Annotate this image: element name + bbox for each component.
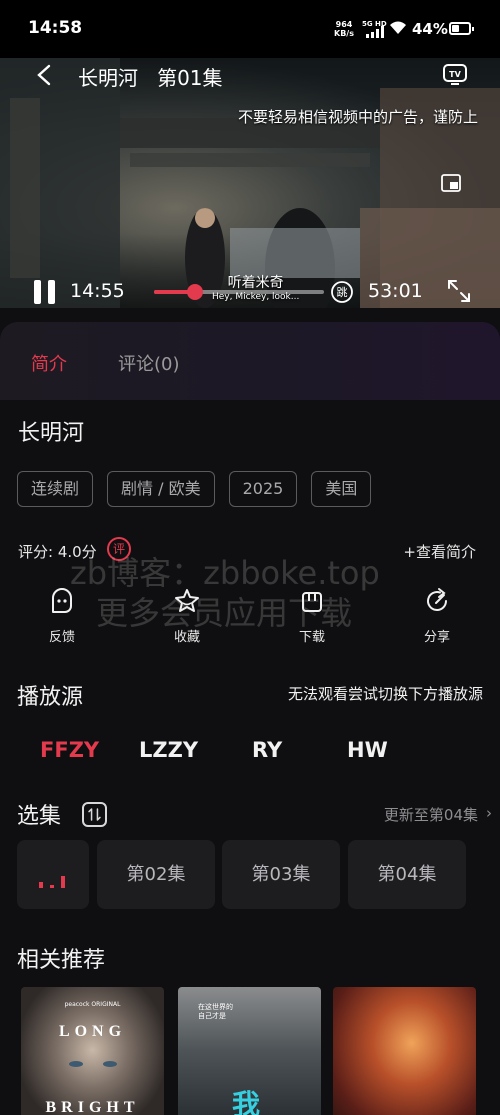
status-bar: 14:58 964 KB/s 5G HD 44% xyxy=(0,0,500,58)
source-list: FFZY LZZY RY HW xyxy=(0,738,500,768)
progress-knob[interactable] xyxy=(187,284,203,300)
tag-type[interactable]: 连续剧 xyxy=(17,471,94,507)
tag-genre[interactable]: 剧情 / 欧美 xyxy=(107,471,215,507)
poster-title-line2: BRIGHT xyxy=(45,1099,140,1115)
video-frame xyxy=(0,58,500,308)
subtitle-en: Hey, Mickey, look... xyxy=(212,292,300,302)
recommend-poster-1[interactable]: peacock ORIGINAL LONG BRIGHT xyxy=(21,987,164,1115)
feedback-label: 反馈 xyxy=(48,630,75,645)
feedback-button[interactable]: 反馈 xyxy=(32,586,92,645)
episodes-update-text: 更新至第04集 xyxy=(383,806,478,824)
now-playing-icon xyxy=(39,876,67,888)
skip-label: 跳 xyxy=(337,285,348,299)
source-lzzy[interactable]: LZZY xyxy=(139,738,198,762)
share-label: 分享 xyxy=(423,630,450,645)
subtitle-cn: 听着米奇 xyxy=(227,275,284,291)
poster-brand: peacock ORIGINAL xyxy=(64,1001,121,1008)
poster-eye-right xyxy=(103,1061,117,1067)
download-button[interactable]: 下载 xyxy=(282,586,342,645)
wifi-icon xyxy=(390,21,406,34)
player-show-title: 长明河 xyxy=(78,66,138,90)
source-ry[interactable]: RY xyxy=(252,738,282,762)
star-icon xyxy=(175,589,199,612)
battery-percent: 44% xyxy=(412,20,448,38)
ad-warning-marquee: 不要轻易相信视频中的广告，谨防上 xyxy=(238,108,479,126)
episodes-title: 选集 xyxy=(17,804,62,829)
fullscreen-icon[interactable] xyxy=(446,278,472,304)
player-title: 长明河 第01集 xyxy=(78,62,223,91)
pause-icon[interactable] xyxy=(32,278,58,306)
share-button[interactable]: 分享 xyxy=(407,586,467,645)
sources-title: 播放源 xyxy=(17,685,84,710)
favorite-label: 收藏 xyxy=(173,630,200,645)
recommend-title: 相关推荐 xyxy=(17,948,106,973)
episode-item-01[interactable] xyxy=(17,840,89,909)
episode-item-02[interactable]: 第02集 xyxy=(97,840,215,909)
rating-row: 评分: 4.0分 评 +查看简介 xyxy=(18,537,482,563)
detail-tabs: 简介 评论(0) xyxy=(0,322,500,400)
net-speed-value: 964 xyxy=(335,20,353,29)
tab-intro[interactable]: 简介 xyxy=(31,350,67,376)
view-intro-link[interactable]: +查看简介 xyxy=(403,541,476,562)
tag-list: 连续剧 剧情 / 欧美 2025 美国 xyxy=(17,471,372,507)
current-time: 14:55 xyxy=(70,280,125,302)
chevron-right-icon: › xyxy=(486,804,492,822)
tab-comments[interactable]: 评论(0) xyxy=(118,350,180,376)
feedback-icon xyxy=(52,588,72,613)
download-label: 下载 xyxy=(298,630,325,645)
episodes-header: 选集 更新至第04集 › xyxy=(0,798,500,832)
status-time: 14:58 xyxy=(28,18,83,38)
back-arrow-icon[interactable] xyxy=(34,64,56,86)
tag-year[interactable]: 2025 xyxy=(228,471,298,507)
show-title: 长明河 xyxy=(18,421,85,446)
sort-order-icon[interactable] xyxy=(82,802,107,827)
player-episode-title: 第01集 xyxy=(157,66,223,90)
episode-item-04[interactable]: 第04集 xyxy=(348,840,466,909)
poster-eye-left xyxy=(69,1061,83,1067)
episode-item-03[interactable]: 第03集 xyxy=(222,840,340,909)
recommend-list: peacock ORIGINAL LONG BRIGHT 在这世界的 自己才是 … xyxy=(0,987,500,1115)
skip-icon[interactable]: 跳 xyxy=(330,280,354,304)
poster-hanzi: 我 xyxy=(232,1088,261,1115)
sources-hint: 无法观看尝试切换下方播放源 xyxy=(287,685,483,703)
battery-icon xyxy=(449,22,474,35)
review-badge-icon[interactable]: 评 xyxy=(107,537,131,561)
svg-text:TV: TV xyxy=(449,70,461,79)
episodes-update-link[interactable]: 更新至第04集 › xyxy=(383,804,492,825)
video-player[interactable]: 长明河 第01集 TV 不要轻易相信视频中的广告，谨防上 14:55 听着米奇 … xyxy=(0,58,500,308)
rating-score: 评分: 4.0分 xyxy=(18,543,97,561)
source-hw[interactable]: HW xyxy=(347,738,388,762)
share-icon xyxy=(427,588,447,611)
episode-list: 第02集 第03集 第04集 xyxy=(17,840,487,910)
subtitle: 听着米奇 Hey, Mickey, look... xyxy=(212,272,299,302)
net-speed: 964 KB/s xyxy=(334,20,354,38)
poster-tagline: 在这世界的 自己才是 xyxy=(198,1003,233,1020)
action-bar: 反馈 收藏 下载 分享 xyxy=(0,586,500,652)
picture-in-picture-icon[interactable] xyxy=(441,174,461,192)
signal-icon xyxy=(366,26,384,38)
source-ffzy[interactable]: FFZY xyxy=(40,738,99,762)
tag-region[interactable]: 美国 xyxy=(311,471,372,507)
detail-content: 长明河 连续剧 剧情 / 欧美 2025 美国 评分: 4.0分 评 +查看简介… xyxy=(0,400,500,1115)
poster-title-line1: LONG xyxy=(58,1023,127,1040)
total-time: 53:01 xyxy=(368,280,423,302)
download-icon xyxy=(302,592,322,612)
recommend-poster-3[interactable] xyxy=(333,987,476,1115)
favorite-button[interactable]: 收藏 xyxy=(157,586,217,645)
cast-tv-icon[interactable]: TV xyxy=(442,62,468,86)
net-speed-unit: KB/s xyxy=(334,29,354,38)
recommend-poster-2[interactable]: 在这世界的 自己才是 我 xyxy=(178,987,321,1115)
